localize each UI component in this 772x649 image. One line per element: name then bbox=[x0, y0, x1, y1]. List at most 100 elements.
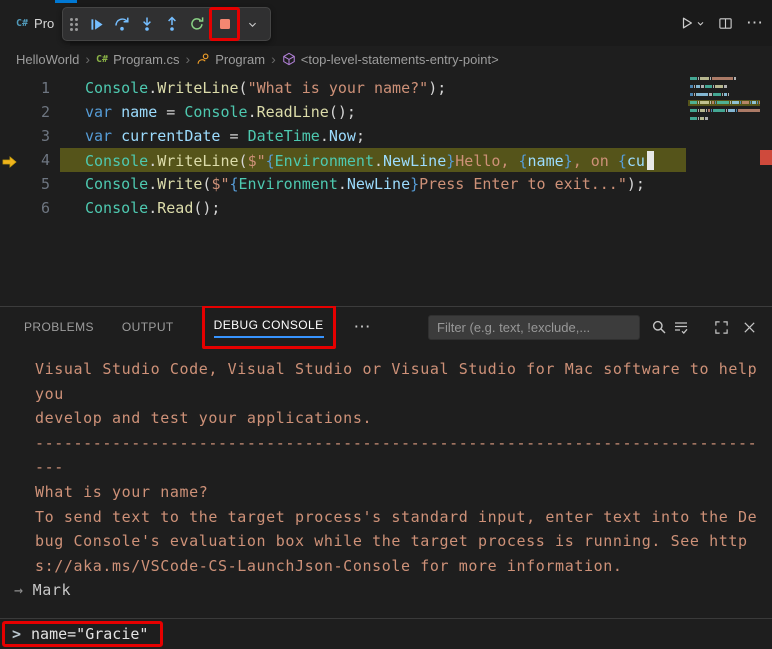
console-line-text: develop and test your applications. bbox=[35, 409, 372, 427]
console-output-line: To send text to the target process's sta… bbox=[0, 505, 772, 530]
text-cursor bbox=[647, 151, 654, 170]
code-line-2[interactable]: 2var name = Console.ReadLine(); bbox=[0, 100, 686, 124]
minimap-line bbox=[688, 92, 760, 98]
breadcrumb: HelloWorld › C# Program.cs › Program › <… bbox=[0, 46, 772, 72]
breadcrumb-separator-icon: › bbox=[271, 51, 276, 67]
debug-toolbar bbox=[62, 7, 271, 41]
step-over-button[interactable] bbox=[109, 10, 134, 38]
code-text: Console.WriteLine($"{Environment.NewLine… bbox=[50, 151, 654, 170]
split-editor-button[interactable] bbox=[718, 16, 733, 31]
breadcrumb-item-program-cs[interactable]: Program.cs bbox=[113, 52, 179, 67]
breadcrumb-separator-icon: › bbox=[85, 51, 90, 67]
tab-output[interactable]: OUTPUT bbox=[122, 316, 174, 338]
overview-ruler bbox=[760, 72, 772, 306]
code-text: var name = Console.ReadLine(); bbox=[50, 103, 356, 121]
line-number: 5 bbox=[0, 175, 50, 193]
debug-current-line-arrow-icon bbox=[2, 154, 17, 172]
code-area[interactable]: 1Console.WriteLine("What is your name?")… bbox=[0, 76, 686, 220]
repl-input[interactable]: name="Gracie" bbox=[31, 625, 148, 643]
console-output-line: bug Console's evaluation box while the t… bbox=[0, 529, 772, 554]
editor-tab-label: Pro bbox=[34, 16, 54, 31]
breadcrumb-item-entry-point[interactable]: <top-level-statements-entry-point> bbox=[301, 52, 499, 67]
tab-problems[interactable]: PROBLEMS bbox=[24, 316, 94, 338]
titlebar-actions: ⋯ bbox=[680, 0, 764, 46]
console-filter-input[interactable] bbox=[428, 315, 640, 340]
continue-icon bbox=[89, 17, 104, 32]
chevron-down-icon bbox=[696, 19, 705, 28]
minimap-line bbox=[688, 116, 760, 122]
code-line-6[interactable]: 6Console.Read(); bbox=[0, 196, 686, 220]
console-output-line: --- bbox=[0, 455, 772, 480]
debug-console-output: Visual Studio Code, Visual Studio or Vis… bbox=[0, 347, 772, 618]
console-input-echo-line: → Mark bbox=[0, 578, 772, 603]
restart-icon bbox=[189, 16, 205, 32]
tab-debug-console[interactable]: DEBUG CONSOLE bbox=[214, 314, 324, 338]
stop-icon bbox=[217, 16, 233, 32]
code-line-4[interactable]: 4Console.WriteLine($"{Environment.NewLin… bbox=[0, 148, 686, 172]
run-icon bbox=[680, 16, 694, 30]
annotation-box-repl-input: > name="Gracie" bbox=[2, 621, 163, 647]
grip-dots-icon bbox=[70, 18, 73, 21]
panel-header: PROBLEMS OUTPUT DEBUG CONSOLE ⋯ bbox=[0, 307, 772, 347]
filter-lines-icon[interactable] bbox=[670, 316, 692, 338]
breadcrumb-item-helloworld[interactable]: HelloWorld bbox=[16, 52, 79, 67]
step-out-button[interactable] bbox=[159, 10, 184, 38]
console-line-text: ----------------------------------------… bbox=[35, 434, 757, 452]
panel-tabs: PROBLEMS OUTPUT DEBUG CONSOLE bbox=[24, 305, 336, 349]
console-output-line: ----------------------------------------… bbox=[0, 431, 772, 456]
editor-tab-program-cs[interactable]: C# Pro bbox=[0, 0, 70, 46]
csharp-file-icon: C# bbox=[16, 18, 28, 29]
step-into-icon bbox=[139, 16, 155, 32]
console-line-text: you bbox=[35, 385, 64, 403]
step-out-icon bbox=[164, 16, 180, 32]
editor-more-actions-button[interactable]: ⋯ bbox=[746, 18, 764, 28]
console-output-line: Visual Studio Code, Visual Studio or Vis… bbox=[0, 357, 772, 382]
line-number: 3 bbox=[0, 127, 50, 145]
breadcrumb-separator-icon: › bbox=[186, 51, 191, 67]
step-over-icon bbox=[114, 16, 130, 32]
stop-button[interactable] bbox=[212, 10, 237, 38]
line-number: 6 bbox=[0, 199, 50, 217]
titlebar: C# Pro bbox=[0, 0, 772, 46]
run-menu-button[interactable] bbox=[680, 16, 705, 30]
console-output-line: develop and test your applications. bbox=[0, 406, 772, 431]
breadcrumb-item-program[interactable]: Program bbox=[215, 52, 265, 67]
active-tab-top-border bbox=[55, 0, 77, 3]
debug-session-dropdown[interactable] bbox=[240, 10, 265, 38]
code-line-1[interactable]: 1Console.WriteLine("What is your name?")… bbox=[0, 76, 686, 100]
console-line-text: Mark bbox=[33, 578, 72, 603]
bottom-panel: PROBLEMS OUTPUT DEBUG CONSOLE ⋯ Visual S… bbox=[0, 306, 772, 618]
maximize-panel-icon[interactable] bbox=[710, 316, 732, 338]
debug-line-marker bbox=[760, 150, 772, 165]
console-line-text: To send text to the target process's sta… bbox=[35, 508, 757, 526]
restart-button[interactable] bbox=[184, 10, 209, 38]
panel-more-actions-icon[interactable]: ⋯ bbox=[354, 322, 372, 332]
code-line-5[interactable]: 5Console.Write($"{Environment.NewLine}Pr… bbox=[0, 172, 686, 196]
console-output-line: you bbox=[0, 382, 772, 407]
step-into-button[interactable] bbox=[134, 10, 159, 38]
minimap-line bbox=[688, 84, 760, 90]
console-line-text: --- bbox=[35, 458, 64, 476]
split-editor-icon bbox=[718, 16, 733, 31]
console-line-text: What is your name? bbox=[35, 483, 208, 501]
minimap[interactable] bbox=[688, 74, 760, 304]
line-number: 1 bbox=[0, 79, 50, 97]
search-icon[interactable] bbox=[648, 316, 670, 338]
line-number: 2 bbox=[0, 103, 50, 121]
minimap-line bbox=[688, 100, 760, 106]
chevron-down-icon bbox=[247, 19, 258, 30]
input-echo-arrow-icon: → bbox=[14, 578, 24, 603]
symbol-method-icon bbox=[282, 52, 296, 66]
minimap-line bbox=[688, 108, 760, 114]
code-editor[interactable]: 1Console.WriteLine("What is your name?")… bbox=[0, 72, 772, 306]
repl-prompt-chevron: > bbox=[12, 625, 21, 643]
continue-button[interactable] bbox=[84, 10, 109, 38]
debug-console-input-row: > name="Gracie" bbox=[0, 618, 772, 649]
console-output-line: s://aka.ms/VSCode-CS-LaunchJson-Console … bbox=[0, 554, 772, 579]
console-line-text: Visual Studio Code, Visual Studio or Vis… bbox=[35, 360, 757, 378]
close-panel-icon[interactable] bbox=[738, 316, 760, 338]
annotation-box-debug-console: DEBUG CONSOLE bbox=[202, 305, 336, 349]
symbol-class-icon bbox=[196, 52, 210, 66]
code-line-3[interactable]: 3var currentDate = DateTime.Now; bbox=[0, 124, 686, 148]
toolbar-drag-handle[interactable] bbox=[68, 16, 82, 32]
